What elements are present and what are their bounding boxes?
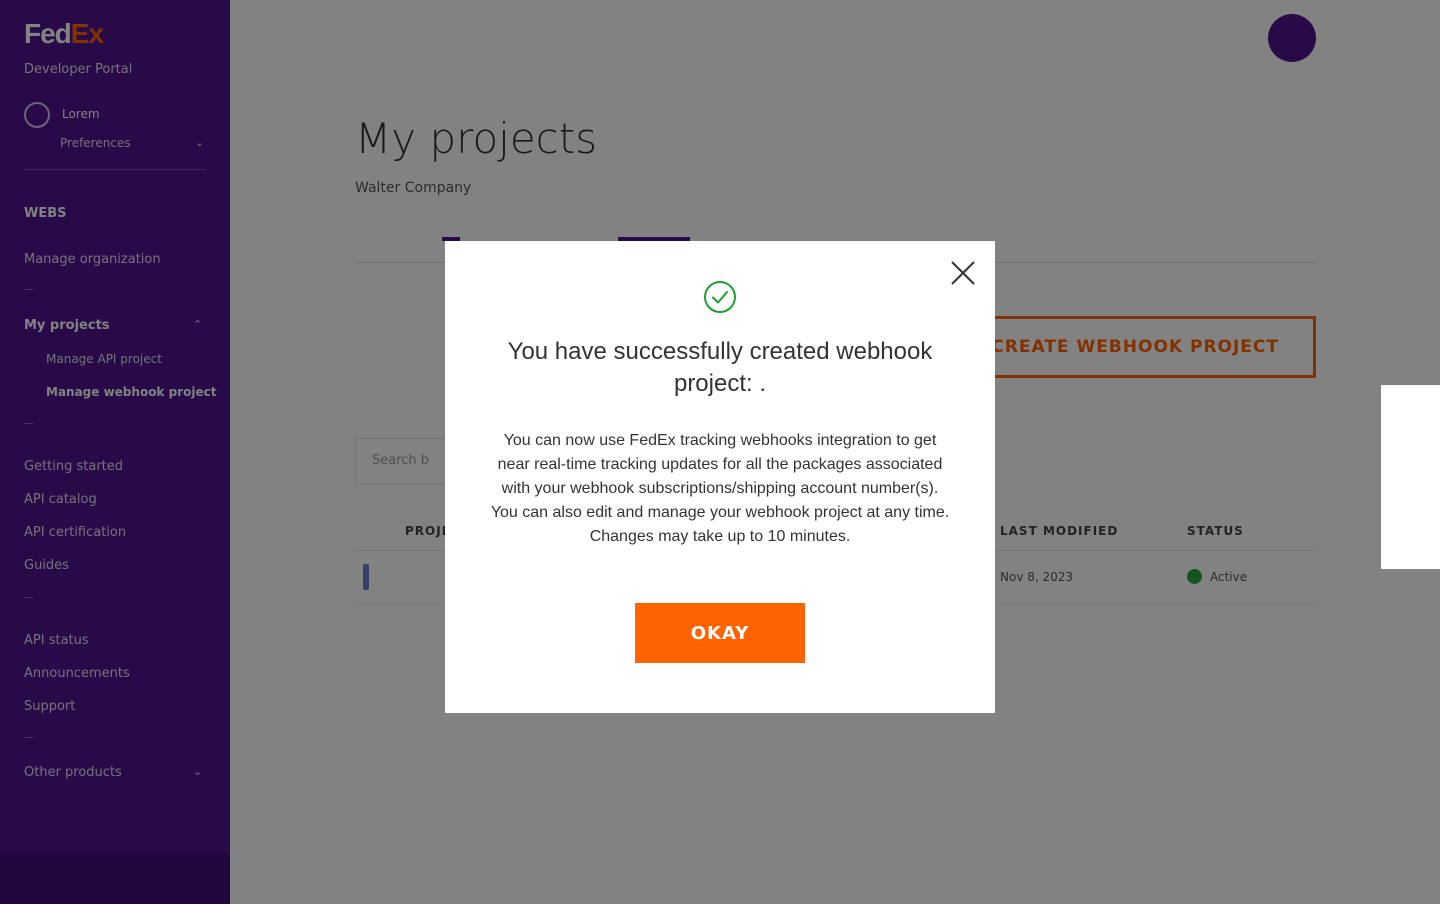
- side-panel-edge: [1381, 385, 1440, 569]
- okay-button[interactable]: OKAY: [635, 603, 805, 663]
- success-modal: You have successfully created webhook pr…: [445, 241, 995, 713]
- modal-message: You can now use FedEx tracking webhooks …: [490, 432, 950, 545]
- modal-title: You have successfully created webhook pr…: [507, 338, 933, 397]
- close-icon[interactable]: [949, 259, 977, 287]
- check-circle-icon: [703, 280, 737, 314]
